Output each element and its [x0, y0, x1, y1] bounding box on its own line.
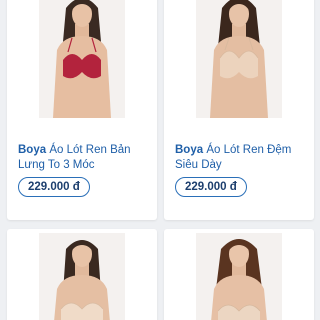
model-photo [39, 233, 125, 320]
product-brand: Boya [18, 144, 47, 156]
product-image[interactable] [39, 0, 125, 118]
product-card[interactable] [164, 229, 314, 320]
product-title[interactable]: Boya Áo Lót Ren Đệm Siêu Dày [175, 143, 309, 173]
model-photo [39, 0, 125, 118]
model-photo [196, 233, 282, 320]
product-image[interactable] [196, 233, 282, 320]
product-grid: Boya Áo Lót Ren Bản Lưng To 3 Móc 229.00… [0, 0, 320, 320]
product-image[interactable] [39, 233, 125, 320]
price-badge: 229.000 đ [175, 177, 247, 197]
product-image[interactable] [196, 0, 282, 118]
model-photo [196, 0, 282, 118]
product-card[interactable]: Boya Áo Lót Ren Đệm Siêu Dày 229.000 đ [164, 0, 314, 220]
price-badge: 229.000 đ [18, 177, 90, 197]
product-card[interactable] [7, 229, 157, 320]
product-brand: Boya [175, 144, 204, 156]
product-title[interactable]: Boya Áo Lót Ren Bản Lưng To 3 Móc [18, 143, 152, 173]
product-card[interactable]: Boya Áo Lót Ren Bản Lưng To 3 Móc 229.00… [7, 0, 157, 220]
